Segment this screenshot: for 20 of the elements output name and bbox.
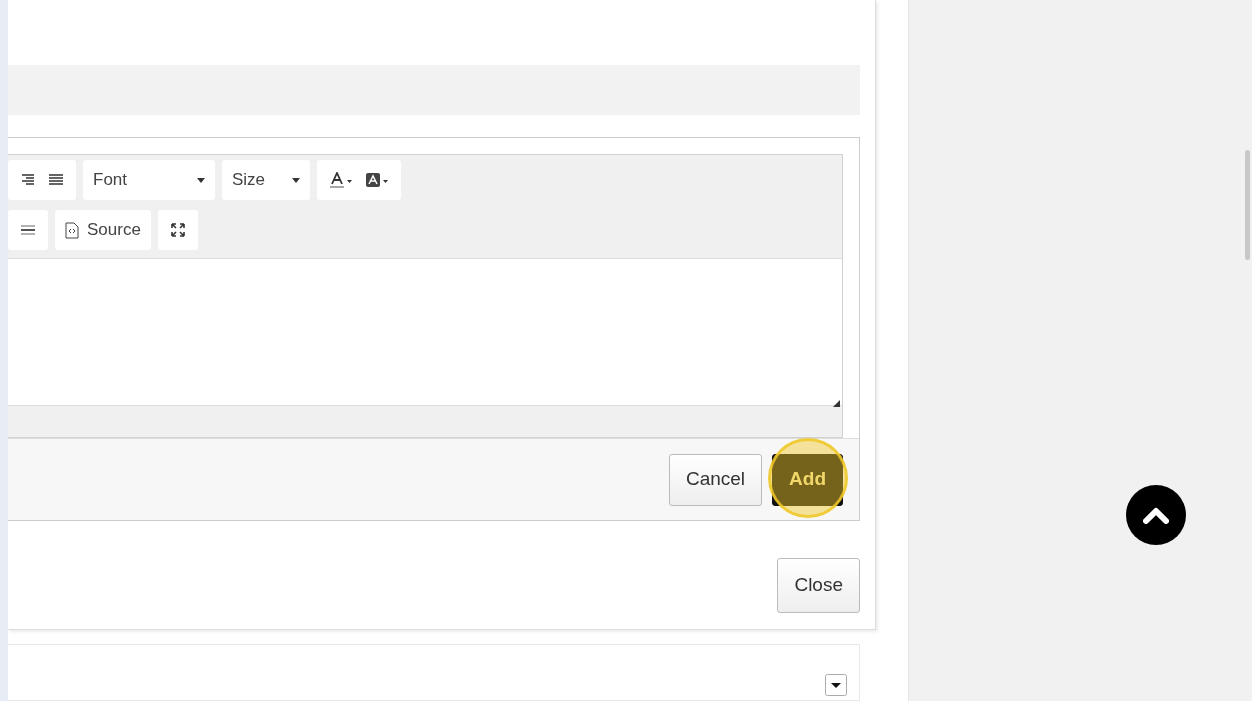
- add-button[interactable]: Add: [772, 453, 843, 506]
- dropdown[interactable]: Font: [83, 160, 215, 200]
- chevron-up-icon: [1143, 506, 1169, 524]
- caret-icon: [197, 177, 205, 183]
- justify-icon[interactable]: [48, 172, 64, 188]
- scroll-top-button[interactable]: [1126, 485, 1186, 545]
- maximize-icon[interactable]: [169, 222, 186, 238]
- align-right-icon[interactable]: [20, 172, 36, 188]
- align-lines-icon[interactable]: [20, 222, 36, 238]
- resize-grip-icon[interactable]: [833, 399, 840, 407]
- dropdown-icon[interactable]: [825, 674, 847, 696]
- source-button[interactable]: Source: [55, 210, 151, 250]
- caret-icon: [292, 177, 300, 183]
- text-color-icon[interactable]: [329, 172, 353, 188]
- source-icon: [65, 221, 79, 239]
- dropdown[interactable]: Size: [222, 160, 310, 200]
- close-button[interactable]: Close: [777, 558, 860, 613]
- scrollbar[interactable]: [1245, 150, 1250, 260]
- cancel-button[interactable]: Cancel: [668, 453, 763, 506]
- background-color-icon[interactable]: [365, 172, 389, 188]
